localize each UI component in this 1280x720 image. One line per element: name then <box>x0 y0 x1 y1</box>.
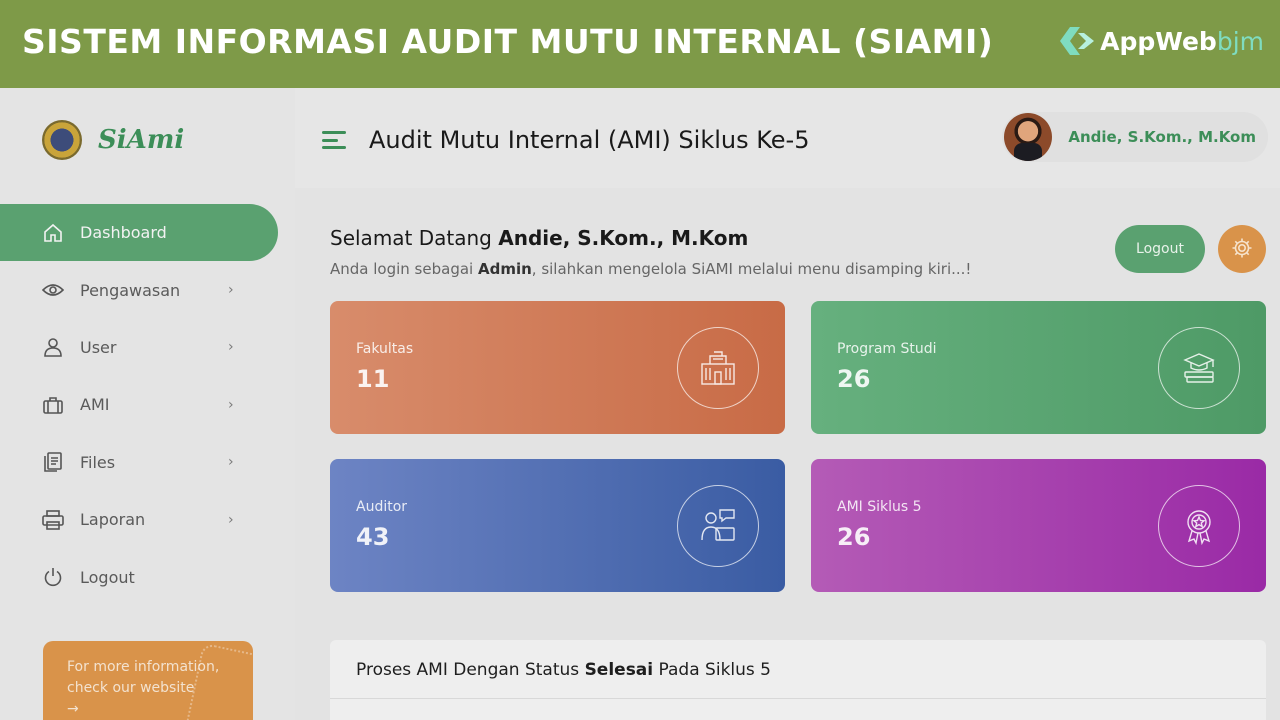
welcome-subtitle: Anda login sebagai Admin, silahkan menge… <box>330 260 971 278</box>
hamburger-menu-icon[interactable] <box>322 131 346 149</box>
top-banner: SISTEM INFORMASI AUDIT MUTU INTERNAL (SI… <box>0 0 1280 88</box>
appweb-logo-icon <box>1060 24 1095 58</box>
panel-title-status: Selesai <box>584 660 654 680</box>
ami-status-panel: Proses AMI Dengan Status Selesai Pada Si… <box>330 640 1266 720</box>
promo-decoration <box>184 642 253 720</box>
brand-suffix: bjm <box>1216 26 1264 56</box>
user-icon <box>42 336 64 358</box>
chevron-right-icon: › <box>228 339 234 356</box>
avatar <box>1004 113 1053 161</box>
page-title: Audit Mutu Internal (AMI) Siklus Ke-5 <box>369 126 810 154</box>
sidebar-menu: Dashboard Pengawasan › User › AMI › File… <box>0 204 295 606</box>
power-icon <box>42 566 64 588</box>
panel-title-suffix: Pada Siklus 5 <box>658 660 771 680</box>
brand-name: AppWeb <box>1100 26 1217 56</box>
main-content: Selamat Datang Andie, S.Kom., M.Kom Anda… <box>295 188 1280 720</box>
panel-title-prefix: Proses AMI Dengan Status <box>356 660 580 680</box>
sidebar-item-label: Pengawasan <box>80 280 181 300</box>
logout-button[interactable]: Logout <box>1115 225 1205 273</box>
chevron-right-icon: › <box>228 396 234 413</box>
top-header: Audit Mutu Internal (AMI) Siklus Ke-5 An… <box>295 88 1280 188</box>
chevron-right-icon: › <box>228 511 234 528</box>
stat-card-program-studi[interactable]: Program Studi 26 <box>811 301 1266 434</box>
eye-icon <box>42 279 64 301</box>
panel-divider <box>330 698 1266 699</box>
panel-title: Proses AMI Dengan Status Selesai Pada Si… <box>356 660 771 680</box>
briefcase-icon <box>42 394 64 416</box>
printer-icon <box>42 509 64 531</box>
sidebar-item-label: Logout <box>80 567 135 587</box>
sidebar: SiAmi Dashboard Pengawasan › User › AMI … <box>0 88 295 720</box>
banner-title: SISTEM INFORMASI AUDIT MUTU INTERNAL (SI… <box>22 22 994 61</box>
stat-card-fakultas[interactable]: Fakultas 11 <box>330 301 785 434</box>
chevron-right-icon: › <box>228 454 234 471</box>
app-window: SiAmi Dashboard Pengawasan › User › AMI … <box>0 88 1280 720</box>
building-icon <box>677 327 759 409</box>
app-logo[interactable]: SiAmi <box>42 120 184 160</box>
award-icon <box>1158 485 1240 567</box>
sidebar-item-files[interactable]: Files › <box>0 434 295 491</box>
sidebar-item-laporan[interactable]: Laporan › <box>0 491 295 548</box>
auditor-icon <box>677 485 759 567</box>
university-emblem-icon <box>42 120 82 160</box>
sidebar-item-ami[interactable]: AMI › <box>0 376 295 433</box>
gear-icon <box>1231 237 1253 262</box>
home-icon <box>42 222 64 244</box>
brand-logo: AppWebbjm <box>1060 24 1264 58</box>
graduation-books-icon <box>1158 327 1240 409</box>
user-profile-chip[interactable]: Andie, S.Kom., M.Kom <box>1002 112 1268 162</box>
app-logo-text: SiAmi <box>98 125 185 155</box>
subtitle-role: Admin <box>477 260 532 278</box>
subtitle-suffix: , silahkan mengelola SiAMI melalui menu … <box>531 260 972 278</box>
sidebar-item-logout[interactable]: Logout <box>0 548 295 605</box>
sidebar-item-user[interactable]: User › <box>0 319 295 376</box>
user-name: Andie, S.Kom., M.Kom <box>1068 128 1256 146</box>
promo-card[interactable]: For more information, check our website … <box>43 641 253 720</box>
welcome-user-name: Andie, S.Kom., M.Kom <box>498 226 749 250</box>
subtitle-prefix: Anda login sebagai <box>330 260 474 278</box>
welcome-prefix: Selamat Datang <box>330 226 492 250</box>
file-icon <box>42 451 64 473</box>
sidebar-item-label: Dashboard <box>80 223 167 243</box>
sidebar-item-label: Files <box>80 452 116 472</box>
sidebar-item-pengawasan[interactable]: Pengawasan › <box>0 261 295 318</box>
settings-button[interactable] <box>1218 225 1266 273</box>
sidebar-item-label: Laporan <box>80 510 146 530</box>
stat-card-ami-siklus[interactable]: AMI Siklus 5 26 <box>811 459 1266 592</box>
sidebar-item-label: User <box>80 337 117 357</box>
sidebar-item-label: AMI <box>80 395 110 415</box>
chevron-right-icon: › <box>228 282 234 299</box>
stat-card-auditor[interactable]: Auditor 43 <box>330 459 785 592</box>
welcome-heading: Selamat Datang Andie, S.Kom., M.Kom <box>330 226 748 250</box>
sidebar-item-dashboard[interactable]: Dashboard <box>0 204 278 262</box>
